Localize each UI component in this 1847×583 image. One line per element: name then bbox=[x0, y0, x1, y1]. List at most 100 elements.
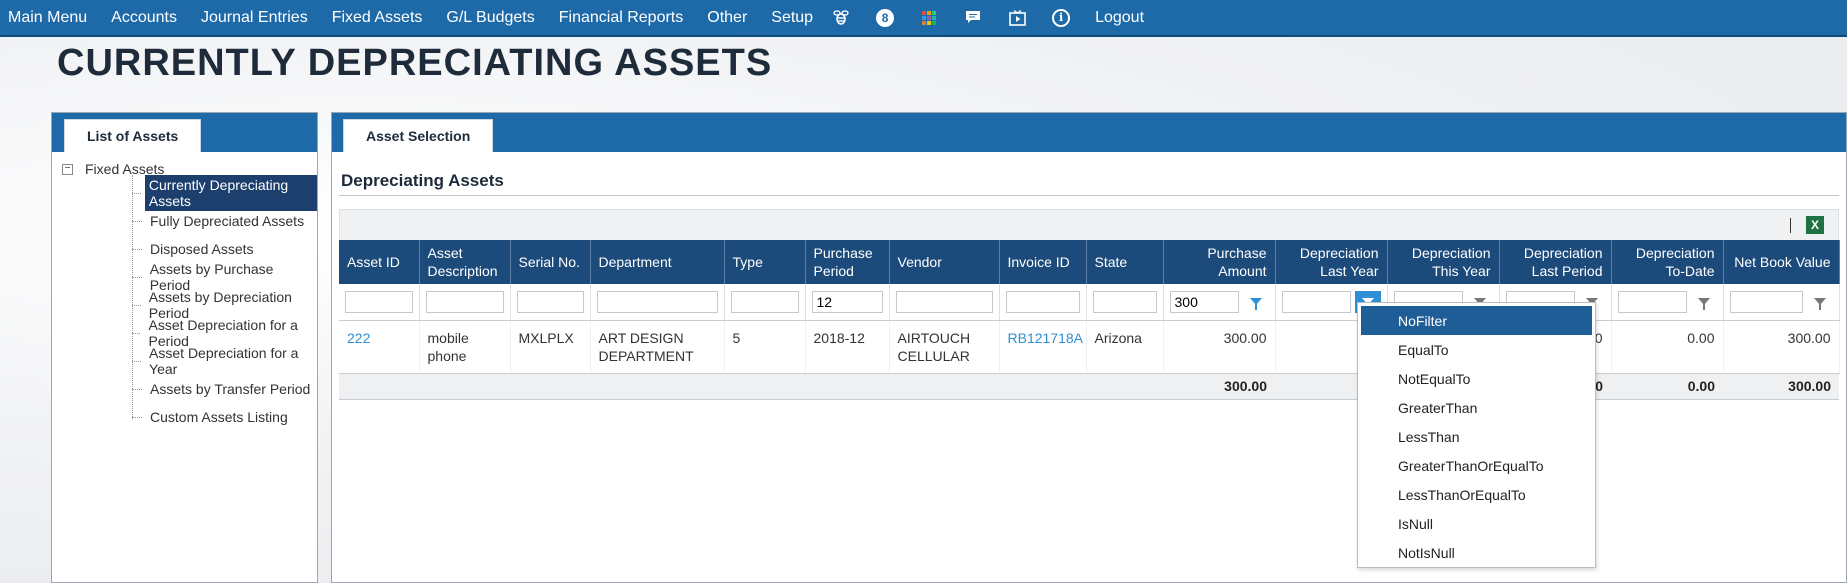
cell-type: 5 bbox=[724, 320, 806, 374]
chat-icon[interactable] bbox=[963, 8, 983, 28]
filter-operator-menu: NoFilter EqualTo NotEqualTo GreaterThan … bbox=[1357, 302, 1596, 568]
filter-option-greaterthan[interactable]: GreaterThan bbox=[1361, 393, 1592, 422]
cell-serial: MXLPLX bbox=[510, 320, 591, 374]
panel-header: Asset Selection bbox=[332, 113, 1846, 152]
col-header-asset-id[interactable]: Asset ID bbox=[339, 240, 420, 284]
nav-financial-reports[interactable]: Financial Reports bbox=[559, 9, 684, 27]
excel-export-icon[interactable]: X bbox=[1806, 216, 1824, 234]
tab-asset-selection[interactable]: Asset Selection bbox=[343, 119, 494, 152]
col-header-type[interactable]: Type bbox=[724, 240, 806, 284]
col-header-depreciation-to-date[interactable]: Depreciation To-Date bbox=[1611, 240, 1724, 284]
filter-option-equalto[interactable]: EqualTo bbox=[1361, 335, 1592, 364]
cell-vendor: AIRTOUCH CELLULAR bbox=[889, 320, 1000, 374]
sidebar-item-depreciation-for-year[interactable]: Asset Depreciation for a Year bbox=[132, 345, 317, 377]
filter-state-input[interactable] bbox=[1092, 290, 1157, 313]
col-header-vendor[interactable]: Vendor bbox=[889, 240, 1000, 284]
nav-gl-budgets[interactable]: G/L Budgets bbox=[446, 9, 534, 27]
col-header-asset-description[interactable]: Asset Description bbox=[419, 240, 511, 284]
cell-dep-to-date: 0.00 bbox=[1611, 320, 1724, 374]
sidebar-item-depreciation-for-period[interactable]: Asset Depreciation for a Period bbox=[132, 317, 317, 349]
filter-option-lessthan[interactable]: LessThan bbox=[1361, 422, 1592, 451]
cell-department: ART DESIGN DEPARTMENT bbox=[590, 320, 725, 374]
filter-funnel-icon[interactable] bbox=[1243, 291, 1269, 313]
col-header-depreciation-last-period[interactable]: Depreciation Last Period bbox=[1499, 240, 1612, 284]
filter-purchase-period-input[interactable] bbox=[811, 290, 883, 313]
filter-funnel-icon[interactable] bbox=[1691, 291, 1717, 313]
notification-badge[interactable]: 8 bbox=[875, 8, 895, 28]
sidebar-item-disposed[interactable]: Disposed Assets bbox=[132, 237, 258, 261]
cell-purchase-amount: 300.00 bbox=[1163, 320, 1276, 374]
cell-description: mobile phone bbox=[419, 320, 511, 374]
col-header-state[interactable]: State bbox=[1086, 240, 1164, 284]
filter-option-nofilter[interactable]: NoFilter bbox=[1361, 306, 1592, 335]
nav-logout[interactable]: Logout bbox=[1095, 9, 1144, 27]
sidebar-item-by-purchase-period[interactable]: Assets by Purchase Period bbox=[132, 261, 317, 293]
info-icon[interactable]: i bbox=[1051, 8, 1071, 28]
top-nav-bar: Main Menu Accounts Journal Entries Fixed… bbox=[0, 0, 1847, 37]
totals-row: 300.00 0 0 0.00 300.00 bbox=[339, 373, 1839, 400]
filter-net-book-value-input[interactable] bbox=[1729, 290, 1803, 313]
filter-vendor-input[interactable] bbox=[895, 290, 993, 313]
apps-grid-icon[interactable] bbox=[919, 8, 939, 28]
col-header-purchase-period[interactable]: Purchase Period bbox=[805, 240, 890, 284]
asset-selection-panel: Asset Selection Depreciating Assets X As… bbox=[331, 112, 1847, 583]
filter-department-input[interactable] bbox=[596, 290, 718, 313]
cell-net-book-value: 300.00 bbox=[1723, 320, 1840, 374]
cell-purchase-period: 2018-12 bbox=[805, 320, 890, 374]
total-net-book-value: 300.00 bbox=[1723, 373, 1839, 400]
sidebar-item-by-transfer-period[interactable]: Assets by Transfer Period bbox=[132, 377, 314, 401]
section-title: Depreciating Assets bbox=[341, 171, 504, 190]
toolbar-separator bbox=[1790, 218, 1791, 233]
grid-header-row: Asset ID Asset Description Serial No. Dep… bbox=[339, 240, 1840, 284]
assets-grid: Asset ID Asset Description Serial No. Dep… bbox=[339, 240, 1840, 400]
filter-invoice-input[interactable] bbox=[1005, 290, 1080, 313]
nav-other[interactable]: Other bbox=[707, 9, 747, 27]
panel-header: List of Assets bbox=[52, 113, 317, 152]
cell-state: Arizona bbox=[1086, 320, 1164, 374]
tab-list-of-assets[interactable]: List of Assets bbox=[64, 119, 202, 152]
table-row: 222 mobile phone MXLPLX ART DESIGN DEPARTM… bbox=[339, 320, 1840, 374]
col-header-purchase-amount[interactable]: Purchase Amount bbox=[1163, 240, 1276, 284]
filter-option-lessthanorequalto[interactable]: LessThanOrEqualTo bbox=[1361, 480, 1592, 509]
col-header-depreciation-last-year[interactable]: Depreciation Last Year bbox=[1275, 240, 1388, 284]
video-icon[interactable] bbox=[1007, 8, 1027, 28]
nav-main-menu[interactable]: Main Menu bbox=[8, 9, 87, 27]
notification-count: 8 bbox=[876, 8, 895, 27]
filter-purchase-amount-input[interactable] bbox=[1169, 290, 1239, 313]
col-header-depreciation-this-year[interactable]: Depreciation This Year bbox=[1387, 240, 1500, 284]
page-title: CURRENTLY DEPRECIATING ASSETS bbox=[57, 42, 773, 84]
nav-fixed-assets[interactable]: Fixed Assets bbox=[332, 9, 423, 27]
col-header-invoice-id[interactable]: Invoice ID bbox=[999, 240, 1087, 284]
sidebar-item-custom-listing[interactable]: Custom Assets Listing bbox=[132, 405, 292, 429]
sidebar-item-currently-depreciating[interactable]: Currently Depreciating Assets bbox=[132, 175, 317, 211]
filter-dep-last-year-input[interactable] bbox=[1281, 290, 1351, 313]
nav-setup[interactable]: Setup bbox=[771, 9, 813, 27]
filter-description-input[interactable] bbox=[425, 290, 504, 313]
total-dep-to-date: 0.00 bbox=[1611, 373, 1723, 400]
nav-accounts[interactable]: Accounts bbox=[111, 9, 177, 27]
section-divider bbox=[339, 195, 1839, 196]
col-header-department[interactable]: Department bbox=[590, 240, 725, 284]
collapse-toggle-icon[interactable]: − bbox=[62, 163, 73, 175]
filter-dep-to-date-input[interactable] bbox=[1617, 290, 1687, 313]
filter-row bbox=[339, 284, 1840, 321]
sidebar-item-by-depreciation-period[interactable]: Assets by Depreciation Period bbox=[132, 289, 317, 321]
asset-id-link[interactable]: 222 bbox=[347, 330, 370, 346]
total-purchase-amount: 300.00 bbox=[1163, 373, 1275, 400]
info-glyph: i bbox=[1052, 8, 1071, 27]
filter-option-notisnull[interactable]: NotIsNull bbox=[1361, 538, 1592, 567]
sidebar-item-fully-depreciated[interactable]: Fully Depreciated Assets bbox=[132, 209, 308, 233]
filter-type-input[interactable] bbox=[730, 290, 799, 313]
asset-list-panel: List of Assets − Fixed Assets Currently … bbox=[51, 112, 318, 583]
filter-asset-id-input[interactable] bbox=[345, 290, 413, 313]
col-header-net-book-value[interactable]: Net Book Value bbox=[1723, 240, 1840, 284]
filter-funnel-icon[interactable] bbox=[1807, 291, 1833, 313]
col-header-serial-no[interactable]: Serial No. bbox=[510, 240, 591, 284]
filter-serial-input[interactable] bbox=[516, 290, 584, 313]
bee-icon[interactable] bbox=[831, 8, 851, 28]
filter-option-greaterthanorequalto[interactable]: GreaterThanOrEqualTo bbox=[1361, 451, 1592, 480]
filter-option-notequalto[interactable]: NotEqualTo bbox=[1361, 364, 1592, 393]
filter-option-isnull[interactable]: IsNull bbox=[1361, 509, 1592, 538]
invoice-id-link[interactable]: RB121718A bbox=[1008, 330, 1084, 346]
nav-journal-entries[interactable]: Journal Entries bbox=[201, 9, 308, 27]
